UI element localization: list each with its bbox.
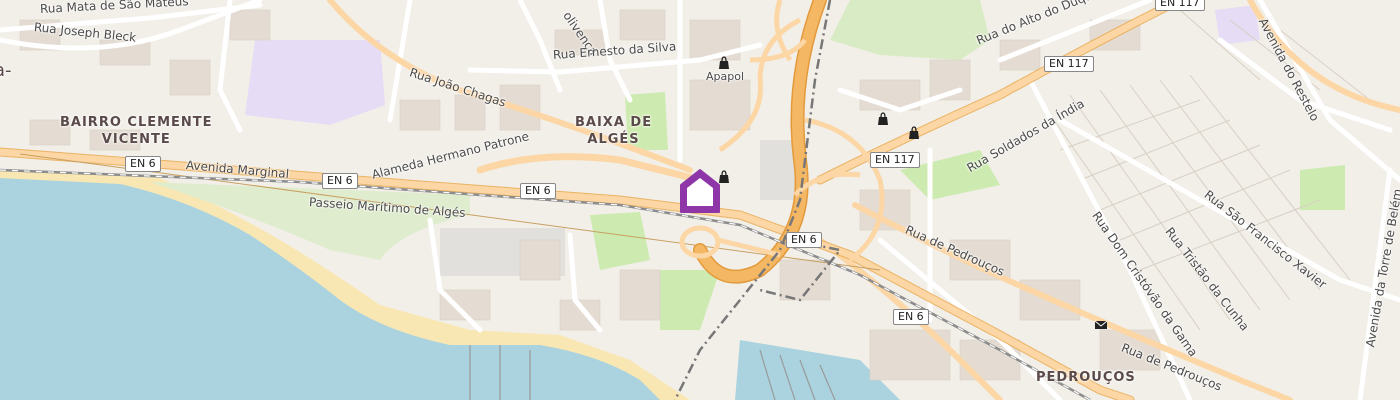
- area-label-baixa-de-alges: BAIXA DE ALGÉS: [575, 115, 653, 147]
- road-shield-en117-b: EN 117: [1044, 56, 1094, 72]
- location-marker-icon[interactable]: [678, 167, 722, 219]
- road-shield-en6-e: EN 6: [893, 309, 929, 325]
- school-area: [245, 40, 385, 125]
- poi-label-apapol: Apapol: [706, 70, 745, 83]
- shopping-bag-icon[interactable]: [876, 112, 890, 126]
- road-shield-en6-a: EN 6: [125, 156, 161, 172]
- road-shield-en6-d: EN 6: [786, 232, 822, 248]
- area-label-edge-fragment: a-: [0, 60, 12, 81]
- road-shield-en6-b: EN 6: [322, 173, 358, 189]
- shopping-bag-icon[interactable]: [717, 56, 731, 70]
- post-office-icon[interactable]: [1094, 318, 1108, 332]
- map-canvas[interactable]: BAIRRO CLEMENTE VICENTE BAIXA DE ALGÉS P…: [0, 0, 1400, 400]
- road-shield-en6-c: EN 6: [520, 183, 556, 199]
- road-shield-en117-a: EN 117: [1155, 0, 1205, 11]
- area-label-bairro-clemente-vicente: BAIRRO CLEMENTE VICENTE: [60, 115, 213, 147]
- shopping-bag-icon[interactable]: [907, 126, 921, 140]
- area-label-pedroucos: PEDROUÇOS: [1036, 370, 1136, 385]
- road-shield-en117-c: EN 117: [870, 152, 920, 168]
